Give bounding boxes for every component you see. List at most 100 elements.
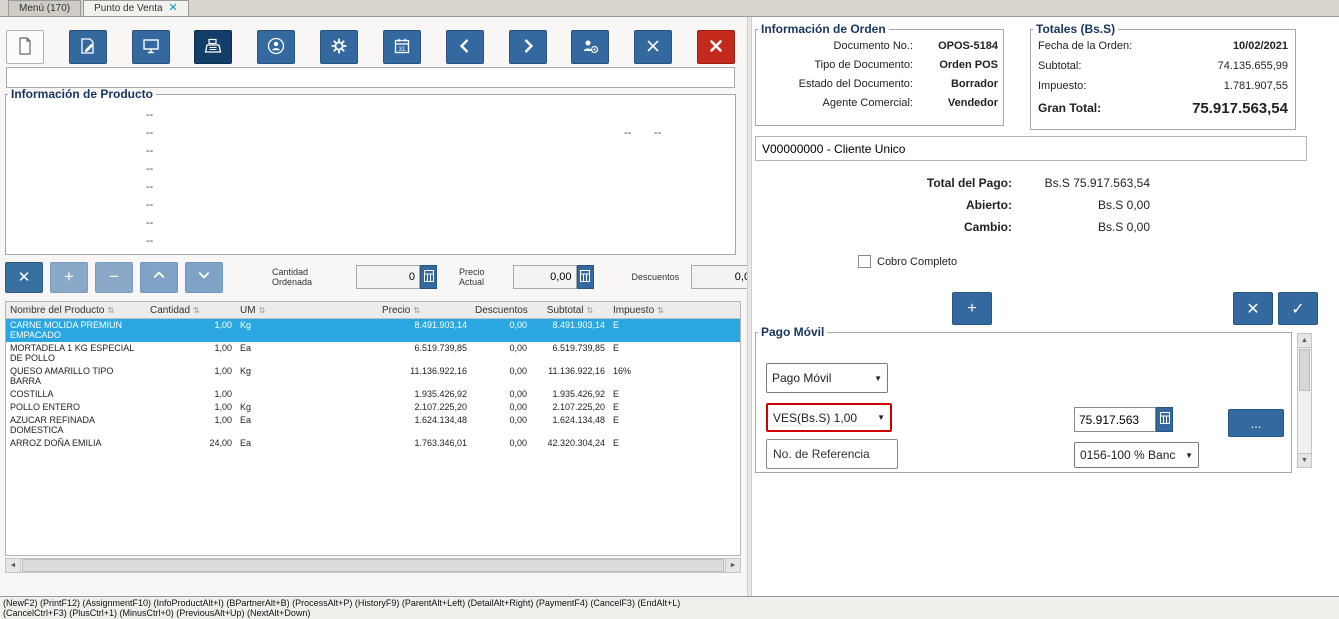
confirm-payment-button[interactable]: ✓ [1278,292,1318,325]
precio-actual-input[interactable] [512,265,577,289]
scrollbar-thumb[interactable] [1299,349,1310,391]
column-label: Precio [381,304,411,316]
horizontal-scrollbar[interactable]: ◄ ► [5,558,741,573]
cambio-label: Cambio: [964,220,1012,234]
cell-tax: E [613,343,620,353]
cobro-completo-checkbox[interactable] [858,255,871,268]
increase-quantity-button[interactable]: + [50,261,88,293]
product-search-input[interactable] [6,67,735,88]
cantidad-calculator-button[interactable] [420,265,438,289]
descuentos-input[interactable] [691,265,756,289]
amount-calculator-button[interactable] [1156,407,1173,432]
total-pago-value: Bs.S 75.917.563,54 [1044,176,1150,190]
abierto-value: Bs.S 0,00 [1097,198,1150,212]
cell-tax: E [613,389,620,399]
add-payment-button[interactable]: + [952,292,992,325]
impuesto-label: Impuesto: [1038,80,1087,92]
table-row[interactable]: CARNE MOLIDA PREMIUN EMPACADO 1,00 Kg 8.… [6,319,740,342]
field-placeholder: -- [146,235,154,247]
cantidad-ordenada-input[interactable] [356,265,421,289]
table-row[interactable]: POLLO ENTERO 1,00 Kg 2.107.225,20 0,00 2… [6,401,740,414]
payment-method-value: Pago Móvil [772,371,832,385]
move-up-button[interactable] [140,261,178,293]
scroll-up-arrow[interactable]: ▲ [1298,334,1311,348]
cell-price: 1.763.346,01 [414,438,467,448]
main-area: 31 Información de Producto -- -- -- -- -… [0,17,1339,596]
more-options-button[interactable]: ... [1228,409,1284,437]
chevron-down-icon: ▼ [877,413,885,422]
decrease-quantity-button[interactable]: − [95,261,133,293]
move-down-button[interactable] [185,261,223,293]
abierto-label: Abierto: [966,198,1012,212]
bank-select[interactable]: 0156-100 % Banc ▼ [1074,442,1199,468]
delete-line-button[interactable]: ✕ [5,261,43,293]
payment-amount-input[interactable] [1074,407,1156,432]
table-row[interactable]: QUESO AMARILLO TIPO BARRA 1,00 Kg 11.136… [6,365,740,388]
calculator-icon [580,269,591,285]
cancel-button[interactable] [634,30,673,64]
cell-product-name: CARNE MOLIDA PREMIUN EMPACADO [10,320,123,340]
scrollbar-track[interactable] [1298,392,1311,453]
payment-method-select[interactable]: Pago Móvil ▼ [766,363,888,393]
column-header-precio[interactable]: Precio ⇅ [331,302,471,318]
table-header: Nombre del Producto ⇅ Cantidad ⇅ UM ⇅ Preci… [6,302,740,319]
table-row[interactable]: MORTADELA 1 KG ESPECIAL DE POLLO 1,00 Ea… [6,342,740,365]
edit-document-button[interactable] [68,30,107,64]
cell-product-name: MORTADELA 1 KG ESPECIAL DE POLLO [10,343,134,363]
chevron-down-icon [195,267,213,287]
column-header-um[interactable]: UM ⇅ [236,302,331,318]
agente-comercial-value: Vendedor [947,96,998,109]
previous-button[interactable] [445,30,484,64]
table-row[interactable]: ARROZ DOÑA EMILIA 24,00 Ea 1.763.346,01 … [6,437,740,450]
next-button[interactable] [508,30,547,64]
currency-select[interactable]: VES(Bs.S) 1,00 ▼ [766,403,892,432]
cantidad-ordenada-label: Cantidad Ordenada [272,267,313,287]
payment-button[interactable] [571,30,610,64]
cell-qty: 1,00 [214,415,232,425]
column-header-descuentos[interactable]: Descuentos⇅ [471,302,531,318]
vertical-scrollbar[interactable]: ▲ ▼ [1297,333,1312,468]
settings-button[interactable] [320,30,359,64]
column-header-cantidad[interactable]: Cantidad ⇅ [146,302,236,318]
subtotal-value: 74.135.655,99 [1217,60,1288,72]
cash-register-button[interactable] [194,30,233,64]
delete-x-icon: ✕ [17,269,31,286]
column-header-impuesto[interactable]: Impuesto ⇅ [609,302,740,318]
totals-title: Totales (Bs.S) [1036,22,1116,36]
reference-number-input[interactable] [766,439,898,469]
business-partner-button[interactable] [257,30,296,64]
svg-text:31: 31 [399,47,406,53]
report-button[interactable] [131,30,170,64]
cell-um: Ea [240,438,252,448]
tab-punto-de-venta[interactable]: Punto de Venta ✕ [83,0,189,16]
cell-tax: 16% [613,366,632,376]
cash-register-icon [203,36,223,59]
calculator-icon [423,269,434,285]
sort-icon: ⇅ [258,305,266,315]
new-document-button[interactable] [6,30,44,64]
precio-calculator-button[interactable] [576,265,594,289]
customer-input[interactable] [755,136,1307,161]
field-placeholder: -- [146,109,154,121]
column-header-nombre[interactable]: Nombre del Producto ⇅ [6,302,146,318]
cell-discount: 0,00 [509,438,527,448]
tab-menu[interactable]: Menú (170) [8,0,82,16]
chevron-up-icon [150,267,168,287]
scroll-right-arrow[interactable]: ► [725,559,740,572]
table-row[interactable]: COSTILLA 1,00 1.935.426,92 0,00 1.935.42… [6,388,740,401]
table-row[interactable]: AZUCAR REFINADA DOMESTICA 1,00 Ea 1.624.… [6,414,740,437]
column-header-subtotal[interactable]: Subtotal ⇅ [531,302,609,318]
cell-um: Kg [240,366,252,376]
payment-summary: Total del Pago: Bs.S 75.917.563,54 Abiert… [752,172,1150,238]
calendar-button[interactable]: 31 [382,30,421,64]
cell-product-name: AZUCAR REFINADA DOMESTICA [10,415,95,435]
cell-discount: 0,00 [509,366,527,376]
cancel-payment-button[interactable]: ✕ [1233,292,1273,325]
scroll-down-arrow[interactable]: ▼ [1298,453,1311,467]
field-placeholder: -- [146,145,154,157]
tab-close-icon[interactable]: ✕ [169,2,178,14]
scroll-left-arrow[interactable]: ◄ [6,559,21,572]
scrollbar-thumb[interactable] [22,559,724,572]
close-button[interactable] [696,30,735,64]
cobro-completo-checkbox-row[interactable]: Cobro Completo [858,255,957,268]
